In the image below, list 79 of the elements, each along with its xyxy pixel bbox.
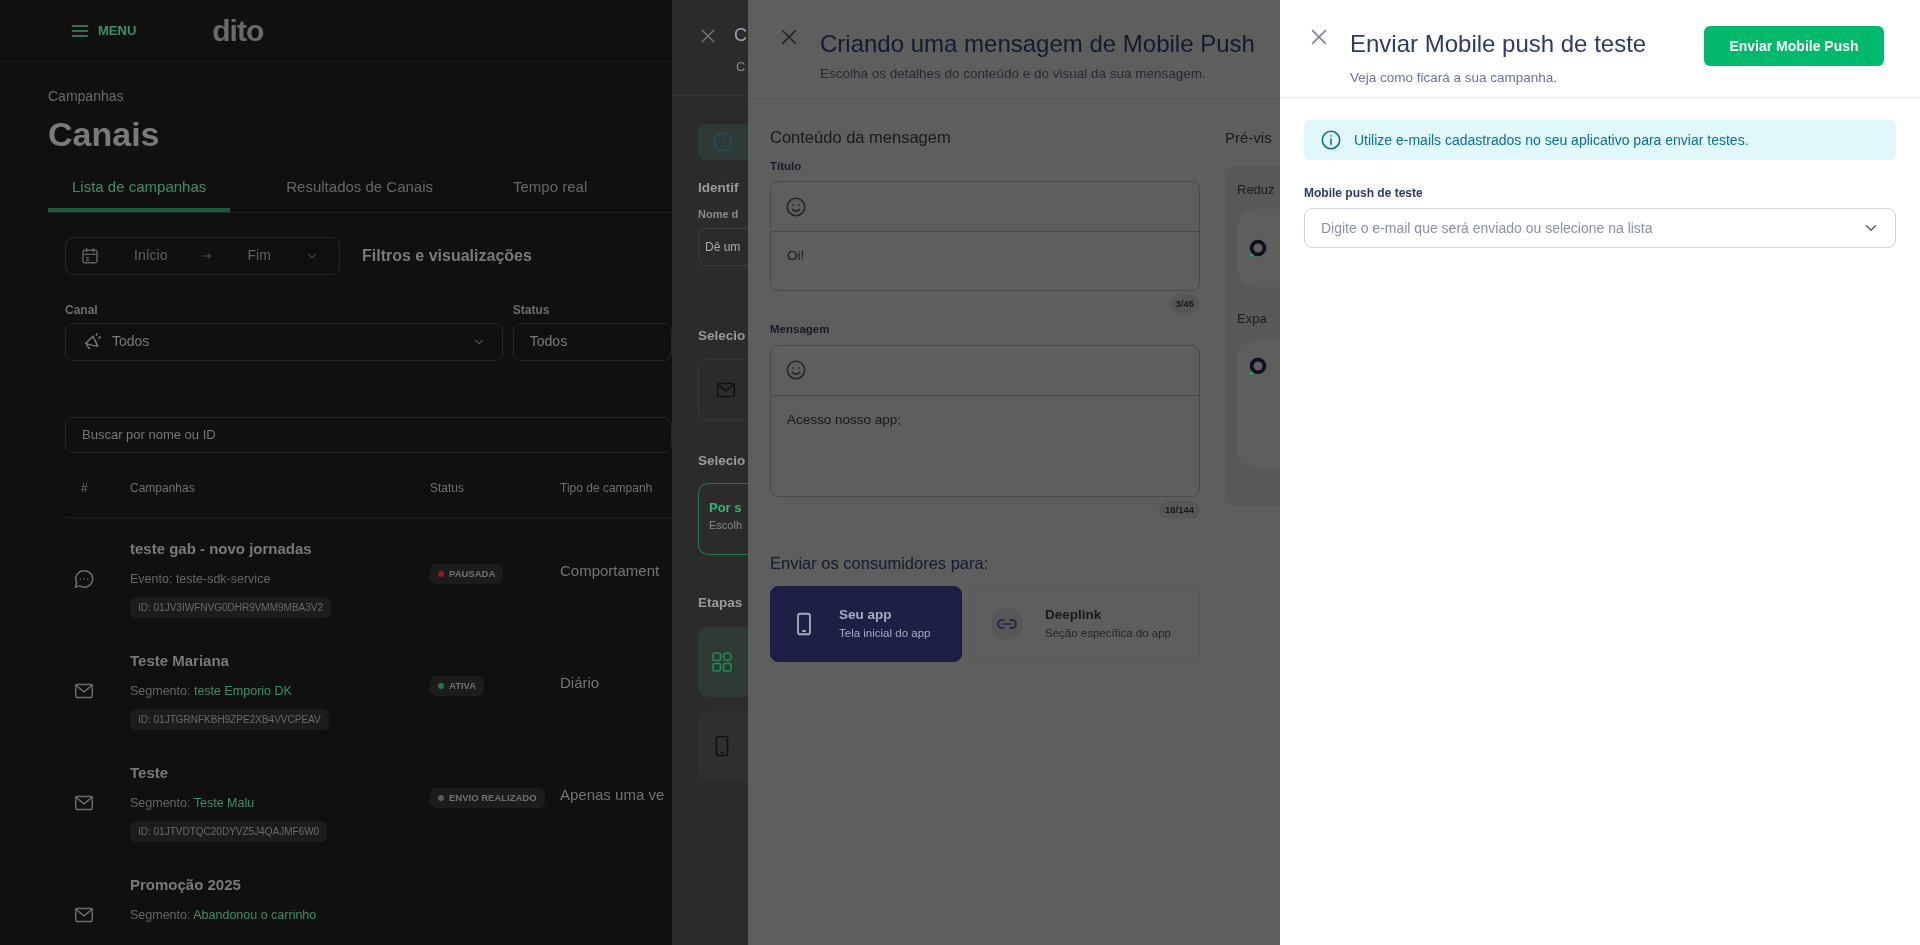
section-heading: Conteúdo da mensagem <box>770 127 951 148</box>
section-heading: Pré-vis <box>1225 128 1272 148</box>
campaign-target: Segmento: teste Emporio DK <box>130 683 292 700</box>
status-label: ATIVA <box>449 678 477 693</box>
character-counter: 18/144 <box>1158 500 1200 519</box>
tab[interactable]: Tempo real <box>489 170 612 212</box>
search-field[interactable]: Buscar por nome ou ID <box>65 416 672 453</box>
status-label: ENVIO REALIZADO <box>449 790 537 805</box>
breadcrumb: Campanhas <box>48 87 124 106</box>
step-card[interactable] <box>698 627 748 697</box>
campaign-type: Apenas uma ve <box>560 784 665 805</box>
preview-label: Expa <box>1237 310 1267 328</box>
grid-icon <box>710 650 734 674</box>
campaign-id: ID: 01JTVDTQC20DYVZ5J4QAJMF6W0 <box>130 820 328 842</box>
field-label: Nome d <box>698 206 739 222</box>
info-icon <box>1320 129 1342 151</box>
preview-label: Reduz <box>1237 180 1275 199</box>
title-value: Oi! <box>786 247 806 265</box>
field-label: Mobile push de teste <box>1304 185 1423 202</box>
column-header: Status <box>430 480 465 495</box>
campaign-name: Promoção 2025 <box>130 874 241 895</box>
info-icon <box>712 130 734 153</box>
name-field[interactable]: Dê um <box>698 228 748 267</box>
text-field[interactable]: Acesso nosso app; <box>770 344 1200 497</box>
campaign-target: Evento: teste-sdk-service <box>130 571 271 588</box>
drawer-title: Criando uma mensagem de Mobile Push <box>820 29 1255 59</box>
info-alert: Utilize e-mails cadastrados no seu aplicativo para enviar testes. <box>1304 120 1896 160</box>
drawer-subtitle: Veja como ficará a sua campanha. <box>1350 69 1558 87</box>
campaign-name: Teste <box>130 762 169 783</box>
drawer-title: C <box>734 24 747 47</box>
tab[interactable]: Lista de campanhas <box>48 170 231 212</box>
send-button[interactable]: Enviar Mobile Push <box>1704 26 1884 66</box>
page-title: Canais <box>48 114 160 155</box>
campaign-id: ID: 01JV3IWFNVG0DHR9VMM9MBA3V2 <box>130 596 332 618</box>
message-value: Acesso nosso app; <box>786 410 903 429</box>
character-counter: 3/45 <box>1169 295 1200 314</box>
status-label: PAUSADA <box>449 566 496 581</box>
field-label: Título <box>770 158 802 174</box>
logo: dito <box>212 13 264 49</box>
menu-button[interactable]: MENU <box>70 20 137 41</box>
section-heading: Selecio <box>698 451 746 470</box>
drawer-title: Enviar Mobile push de teste <box>1350 29 1647 59</box>
select-value: Todos <box>529 332 568 351</box>
campaign-name: teste gab - novo jornadas <box>130 538 312 559</box>
section-heading: Selecio <box>698 327 746 346</box>
chat-icon <box>73 567 95 590</box>
column-header: # <box>81 480 88 495</box>
megaphone-icon <box>82 331 102 352</box>
field-label: Mensagem <box>770 322 830 338</box>
field-label: Canal <box>65 301 98 319</box>
field-label: Status <box>512 301 550 319</box>
campaign-target: Segmento: Abandonou o carrinho <box>130 907 317 924</box>
app-logo-icon <box>1247 237 1269 259</box>
column-header: Campanhas <box>130 480 195 495</box>
section-heading: Identif <box>698 178 739 197</box>
text-field[interactable]: Oi! <box>770 181 1200 291</box>
campaign-target: Segmento: Teste Malu <box>130 795 255 812</box>
email-select[interactable]: Digite o e-mail que será enviado ou selecione na lista <box>1304 208 1896 248</box>
emoji-icon[interactable] <box>785 359 807 381</box>
campaign-id: ID: 01JTGRNFKBH9ZPE2XB4VVCPEAV <box>130 708 329 730</box>
tab[interactable]: Resultados de Canais <box>262 170 458 212</box>
campaign-type: Comportament <box>560 560 660 581</box>
destination-card[interactable]: Seu app Tela inicial do app <box>770 585 962 662</box>
section-heading: Enviar os consumidores para: <box>770 552 989 574</box>
link-icon <box>991 607 1023 640</box>
campaign-type: Diário <box>560 672 600 693</box>
drawer-subtitle: Escolha os detalhes do conteúdo e do visual da sua mensagem. <box>820 65 1206 83</box>
start-date-placeholder: Início <box>134 246 168 265</box>
campaign-name: Teste Mariana <box>130 650 229 671</box>
channel-select[interactable]: Todos <box>65 322 503 361</box>
calendar-icon <box>80 245 100 266</box>
column-header: Tipo de campanh <box>560 480 653 495</box>
section-heading: Etapas <box>698 593 743 612</box>
end-date-placeholder: Fim <box>247 246 271 265</box>
emoji-icon[interactable] <box>785 195 807 218</box>
select-value: Todos <box>112 332 151 351</box>
date-range-field[interactable]: Início Fim <box>65 236 340 275</box>
filters-label: Filtros e visualizações <box>362 245 532 266</box>
drawer-subtitle: C <box>736 58 746 76</box>
